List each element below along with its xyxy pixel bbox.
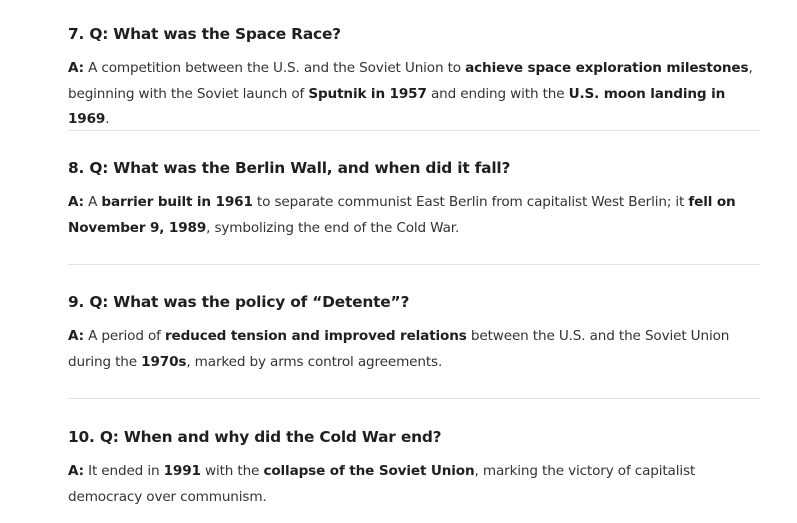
answer-text: to separate communist East Berlin from c… bbox=[252, 194, 689, 210]
faq-question: 10. Q: When and why did the Cold War end… bbox=[68, 428, 442, 446]
answer-label: A: bbox=[68, 194, 84, 210]
answer-text: , marked by arms control agreements. bbox=[186, 353, 443, 370]
divider bbox=[68, 398, 760, 399]
faq-answer: A: A barrier built in 1961 to separate c… bbox=[68, 190, 760, 241]
answer-emphasis: achieve space exploration milestones bbox=[465, 60, 749, 76]
faq-question: 8. Q: What was the Berlin Wall, and when… bbox=[68, 159, 511, 177]
answer-emphasis: barrier built in 1961 bbox=[101, 194, 253, 210]
answer-emphasis: 1970s bbox=[141, 353, 187, 370]
answer-emphasis: reduced tension and improved relations bbox=[164, 328, 467, 344]
divider bbox=[68, 130, 760, 131]
faq-question: 9. Q: What was the policy of “Detente”? bbox=[68, 293, 410, 311]
faq-answer: A: A period of reduced tension and impro… bbox=[68, 324, 760, 375]
answer-text: . bbox=[105, 111, 110, 127]
faq-item: 10. Q: When and why did the Cold War end… bbox=[68, 427, 760, 510]
answer-emphasis: 1991 bbox=[163, 463, 201, 479]
answer-emphasis: Sputnik in 1957 bbox=[308, 85, 427, 102]
faq-item: 7. Q: What was the Space Race? A: A comp… bbox=[68, 24, 760, 133]
answer-label: A: bbox=[68, 60, 84, 76]
answer-label: A: bbox=[68, 328, 84, 344]
answer-text: A period of bbox=[88, 328, 165, 344]
faq-answer: A: It ended in 1991 with the collapse of… bbox=[68, 459, 760, 510]
answer-text: It ended in bbox=[88, 463, 164, 479]
answer-label: A: bbox=[68, 463, 84, 479]
faq-page: 7. Q: What was the Space Race? A: A comp… bbox=[0, 0, 797, 523]
answer-text: A competition between the U.S. and the S… bbox=[88, 60, 466, 76]
answer-text: and ending with the bbox=[426, 85, 569, 102]
answer-text: A bbox=[88, 194, 102, 210]
answer-text: with the bbox=[200, 463, 264, 479]
answer-emphasis: collapse of the Soviet Union bbox=[263, 463, 475, 479]
faq-answer: A: A competition between the U.S. and th… bbox=[68, 56, 760, 133]
answer-text: , symbolizing the end of the Cold War. bbox=[206, 219, 460, 236]
faq-item: 8. Q: What was the Berlin Wall, and when… bbox=[68, 158, 760, 241]
divider bbox=[68, 264, 760, 265]
faq-question: 7. Q: What was the Space Race? bbox=[68, 25, 341, 43]
faq-item: 9. Q: What was the policy of “Detente”? … bbox=[68, 292, 760, 375]
